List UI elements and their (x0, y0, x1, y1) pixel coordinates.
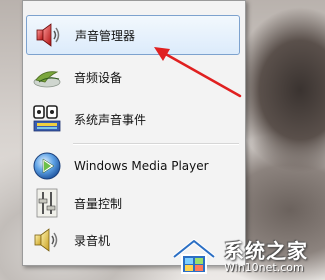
speaker-icon (30, 17, 66, 53)
menu-item-label: 录音机 (74, 233, 111, 248)
menu-separator (73, 143, 239, 145)
watermark-url: Win10net.com (224, 261, 304, 274)
menu-item-label: 声音管理器 (75, 28, 136, 43)
context-menu: 声音管理器 音频设备 系统声音事件 Windows Media Player 音… (22, 0, 246, 266)
menu-item-label: 音量控制 (74, 196, 123, 211)
menu-item-system-sounds[interactable]: 系统声音事件 (26, 99, 240, 139)
menu-item-label: Windows Media Player (74, 159, 209, 173)
menu-item-volume-control[interactable]: 音量控制 (26, 183, 240, 223)
menu-item-audio-devices[interactable]: 音频设备 (26, 57, 240, 97)
watermark: 系统之家 Win10net.com (168, 233, 325, 280)
menu-item-windows-media-player[interactable]: Windows Media Player (26, 146, 240, 186)
media-player-icon (29, 148, 65, 184)
menu-item-label: 音频设备 (74, 70, 123, 85)
menu-item-sound-manager[interactable]: 声音管理器 (26, 15, 240, 55)
system-sounds-icon (29, 101, 65, 137)
volume-control-icon (29, 185, 65, 221)
watermark-logo-icon (172, 239, 216, 274)
audio-device-icon (29, 59, 65, 95)
sound-recorder-icon (29, 222, 65, 258)
menu-item-label: 系统声音事件 (74, 112, 147, 127)
watermark-title: 系统之家 (224, 239, 308, 263)
